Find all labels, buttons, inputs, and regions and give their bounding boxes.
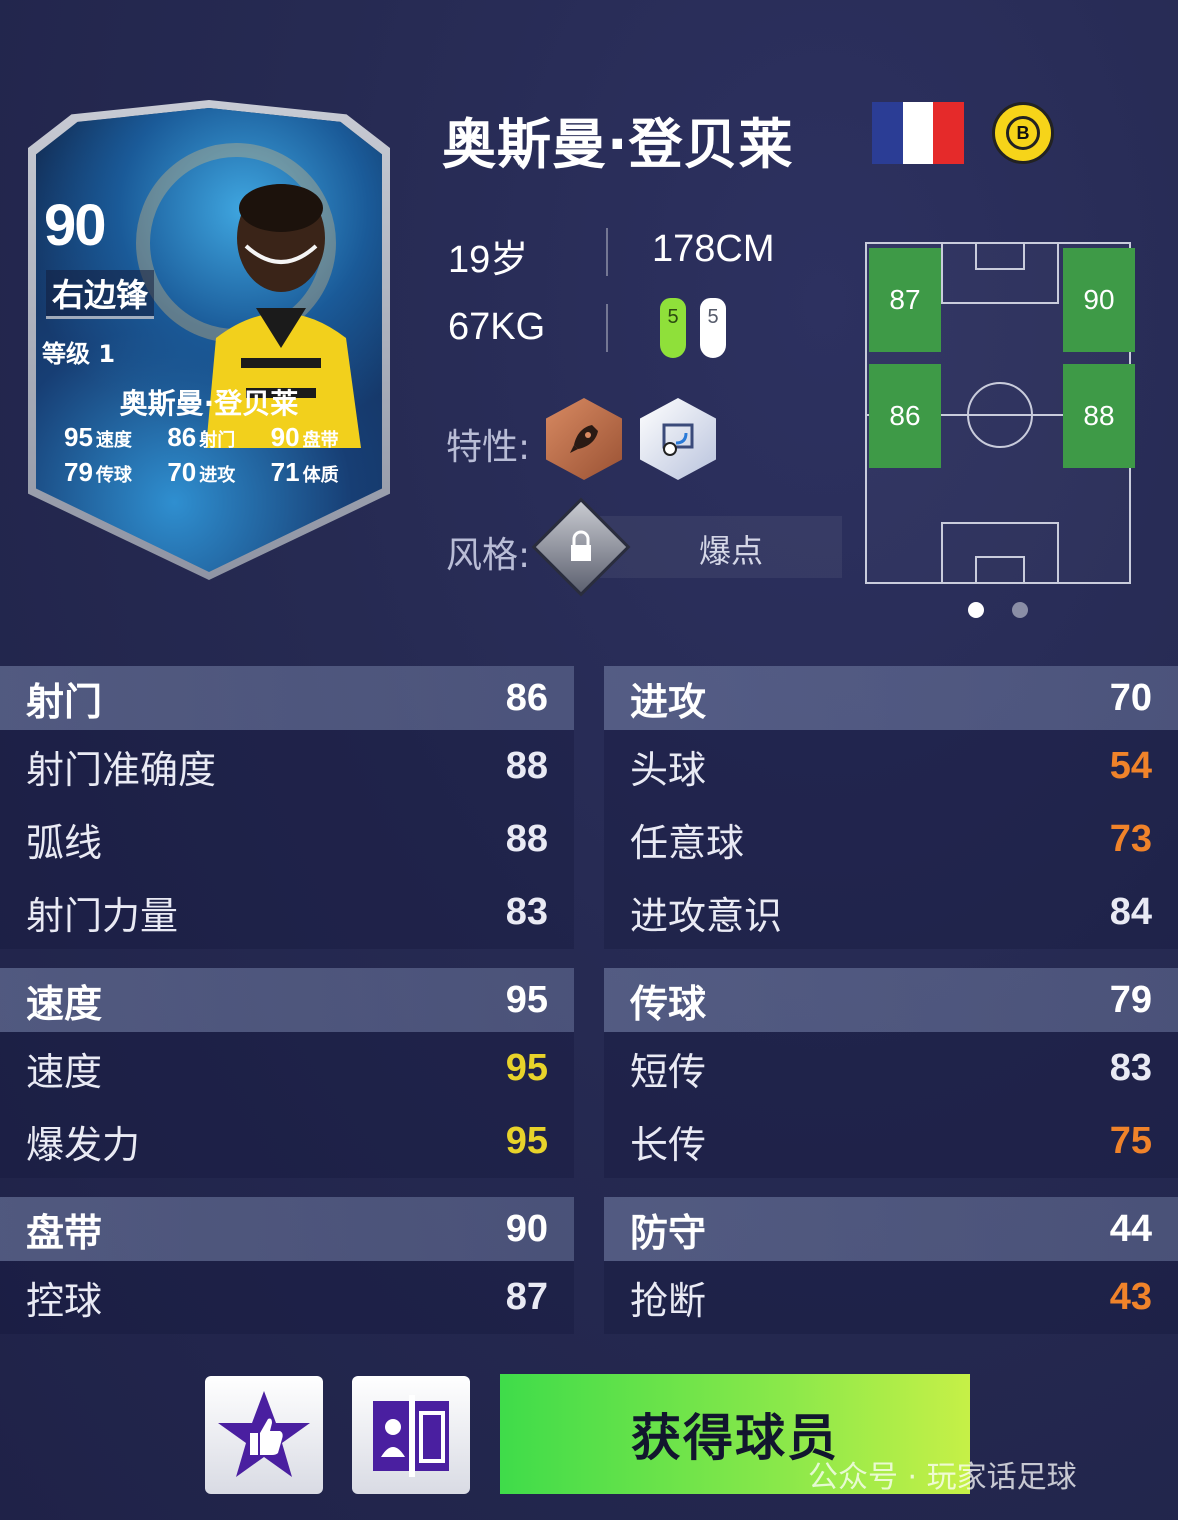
card-rating: 90	[44, 193, 106, 258]
stat-row: 长传 75	[604, 1105, 1178, 1178]
watermark: 公众号 · 玩家话足球	[808, 1460, 1077, 1495]
stat-row: 射门准确度 88	[0, 730, 574, 803]
player-weight: 67KG	[448, 306, 546, 348]
card-level: 等级 1	[42, 340, 116, 368]
stat-row: 控球 87	[0, 1261, 574, 1334]
stat-group-header: 传球 79	[604, 968, 1178, 1032]
france-flag-icon	[872, 102, 965, 164]
stat-row: 短传 83	[604, 1032, 1178, 1105]
stat-group-header: 射门 86	[0, 666, 574, 730]
player-age: 19岁	[448, 239, 529, 281]
stat-row: 头球 54	[604, 730, 1178, 803]
stat-group-dribbling: 盘带 90 控球 87	[0, 1197, 574, 1334]
stat-group-passing: 传球 79 短传 83 长传 75	[604, 968, 1178, 1178]
stat-group-header: 盘带 90	[0, 1197, 574, 1261]
stat-group-defending: 防守 44 抢断 43	[604, 1197, 1178, 1334]
stat-row: 速度 95	[0, 1032, 574, 1105]
card-position: 右边锋	[46, 270, 155, 319]
pager-dot[interactable]	[1012, 602, 1028, 618]
compare-players-icon	[373, 1395, 449, 1477]
stat-row: 进攻意识 84	[604, 876, 1178, 949]
card-stats: 95 速度 86 射门 90 盘带 79 传球 70 进攻 71 体质	[64, 422, 374, 488]
pitch-center-circle	[967, 382, 1033, 448]
card-stat: 71 体质	[270, 457, 339, 487]
stat-group-shooting: 射门 86 射门准确度 88 弧线 88 射门力量 83	[0, 666, 574, 949]
player-name: 奥斯曼·登贝莱	[442, 113, 794, 176]
zone-left-mid: 86	[869, 364, 941, 468]
card-stat: 70 进攻	[167, 457, 236, 487]
stat-row: 任意球 73	[604, 803, 1178, 876]
stat-row: 射门力量 83	[0, 876, 574, 949]
stat-group-attacking: 进攻 70 头球 54 任意球 73 进攻意识 84	[604, 666, 1178, 949]
stat-row: 弧线 88	[0, 803, 574, 876]
compare-button[interactable]	[352, 1376, 470, 1494]
card-player-name: 奥斯曼·登贝莱	[119, 387, 299, 420]
stat-group-pace: 速度 95 速度 95 爆发力 95	[0, 968, 574, 1178]
stat-group-header: 速度 95	[0, 968, 574, 1032]
card-stat: 90 盘带	[270, 422, 339, 452]
zone-right-forward: 90	[1063, 248, 1135, 352]
stat-group-header: 防守 44	[604, 1197, 1178, 1261]
stat-row: 爆发力 95	[0, 1105, 574, 1178]
divider	[606, 228, 608, 276]
club-badge-letter: B	[1006, 116, 1040, 150]
like-button[interactable]	[205, 1376, 323, 1494]
traits-label: 特性:	[446, 427, 531, 468]
thumbs-up-star-icon	[218, 1391, 310, 1477]
right-foot-icon: 5	[700, 298, 726, 358]
stat-group-header: 进攻 70	[604, 666, 1178, 730]
card-stat: 86 射门	[167, 422, 236, 452]
card-stat: 79 传球	[64, 457, 132, 487]
zone-left-forward: 87	[869, 248, 941, 352]
position-pitch: 87 90 86 88	[865, 242, 1135, 584]
club-badge-icon: B	[992, 102, 1054, 164]
card-stat: 95 速度	[64, 422, 132, 452]
zone-right-mid: 88	[1063, 364, 1135, 468]
pitch-goalbox-top	[975, 244, 1025, 270]
style-label: 风格:	[446, 535, 531, 576]
player-height: 178CM	[652, 228, 775, 270]
stat-row: 抢断 43	[604, 1261, 1178, 1334]
left-foot-icon: 5	[660, 298, 686, 358]
pitch-goalbox-bottom	[975, 556, 1025, 584]
divider	[606, 304, 608, 352]
cut-inside-trait-icon[interactable]	[640, 398, 716, 480]
rocket-trait-icon[interactable]	[546, 398, 622, 480]
player-card[interactable]: 90 右边锋 等级 1 奥斯曼·登贝莱 95 速度 86 射门 90 盘带 79 传球 …	[28, 100, 390, 580]
style-value: 爆点	[698, 532, 763, 570]
pager-dot-active[interactable]	[968, 602, 984, 618]
